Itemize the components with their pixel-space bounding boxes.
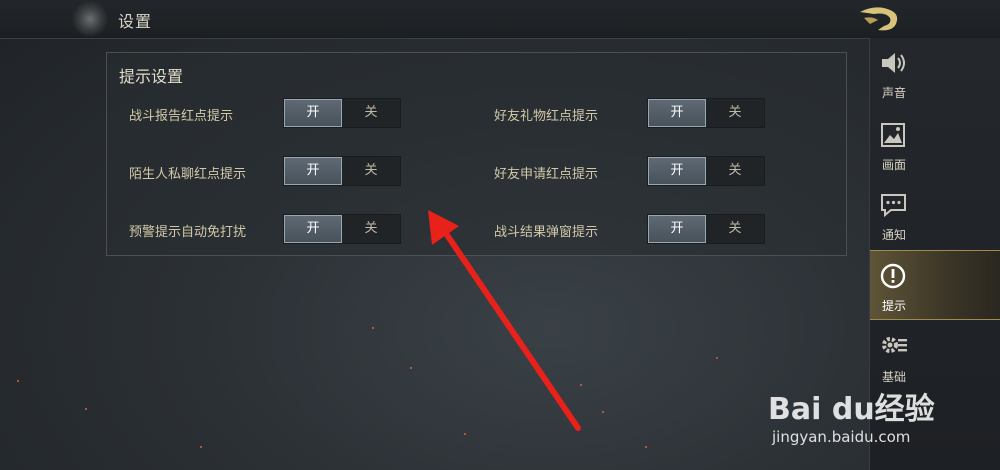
toggle-off-option[interactable]: 关	[706, 215, 764, 243]
watermark-logo: Bai du经验	[768, 392, 935, 427]
panel-title: 提示设置	[119, 67, 184, 86]
toggle-on-option[interactable]: 开	[648, 99, 706, 127]
setting-label-battle-report: 战斗报告红点提示	[129, 109, 234, 124]
sidebar-item-sound[interactable]: 声音	[870, 38, 1000, 106]
picture-icon	[881, 123, 905, 147]
ember-decoration	[645, 446, 647, 448]
setting-label-battle-result-popup: 战斗结果弹窗提示	[494, 225, 599, 240]
ember-decoration	[372, 327, 374, 329]
sidebar-item-label: 声音	[881, 86, 906, 100]
chat-bubble-icon	[881, 194, 906, 218]
ember-decoration	[17, 380, 19, 382]
setting-label-stranger-chat: 陌生人私聊红点提示	[129, 167, 247, 182]
ember-decoration	[580, 384, 582, 386]
ember-decoration	[602, 411, 604, 413]
ember-decoration	[716, 357, 718, 359]
dragon-logo-icon	[860, 7, 898, 31]
setting-label-warning-dnd: 预警提示自动免打扰	[129, 225, 247, 240]
sidebar-item-label: 画面	[881, 158, 906, 172]
ember-decoration	[200, 446, 202, 448]
toggle-off-option[interactable]: 关	[342, 99, 400, 127]
sidebar-item-label: 基础	[881, 370, 906, 384]
top-bar: 设置	[0, 0, 1000, 39]
toggle-off-option[interactable]: 关	[706, 157, 764, 185]
sidebar-item-prompt[interactable]: 提示	[870, 250, 1000, 320]
speaker-icon	[882, 53, 905, 73]
toggle-on-option[interactable]: 开	[648, 215, 706, 243]
toggle-battle-result-popup[interactable]: 开 关	[647, 214, 765, 244]
emblem-icon[interactable]	[72, 0, 108, 38]
toggle-on-option[interactable]: 开	[284, 99, 342, 127]
sidebar-item-basic[interactable]: 基础	[870, 322, 1000, 390]
ember-decoration	[410, 367, 412, 369]
sidebar-item-label: 提示	[881, 299, 906, 313]
toggle-on-option[interactable]: 开	[648, 157, 706, 185]
watermark-url: jingyan.baidu.com	[772, 428, 911, 446]
ember-decoration	[464, 433, 466, 435]
sidebar-item-notification[interactable]: 通知	[870, 180, 1000, 248]
gear-icon	[882, 337, 907, 353]
toggle-battle-report[interactable]: 开 关	[283, 98, 401, 128]
sidebar-item-label: 通知	[881, 228, 906, 242]
toggle-off-option[interactable]: 关	[342, 215, 400, 243]
toggle-friend-gift[interactable]: 开 关	[647, 98, 765, 128]
exclamation-circle-icon	[880, 263, 906, 289]
toggle-on-option[interactable]: 开	[284, 215, 342, 243]
toggle-off-option[interactable]: 关	[342, 157, 400, 185]
ember-decoration	[85, 408, 87, 410]
toggle-on-option[interactable]: 开	[284, 157, 342, 185]
setting-label-friend-gift: 好友礼物红点提示	[494, 109, 599, 124]
prompt-settings-panel: 提示设置 战斗报告红点提示 开 关 好友礼物红点提示 开 关 陌生人私聊红点提示…	[106, 52, 847, 256]
sidebar-item-display[interactable]: 画面	[870, 110, 1000, 178]
toggle-friend-request[interactable]: 开 关	[647, 156, 765, 186]
toggle-off-option[interactable]: 关	[706, 99, 764, 127]
setting-label-friend-request: 好友申请红点提示	[494, 167, 599, 182]
toggle-stranger-chat[interactable]: 开 关	[283, 156, 401, 186]
page-title: 设置	[118, 12, 153, 31]
toggle-warning-dnd[interactable]: 开 关	[283, 214, 401, 244]
